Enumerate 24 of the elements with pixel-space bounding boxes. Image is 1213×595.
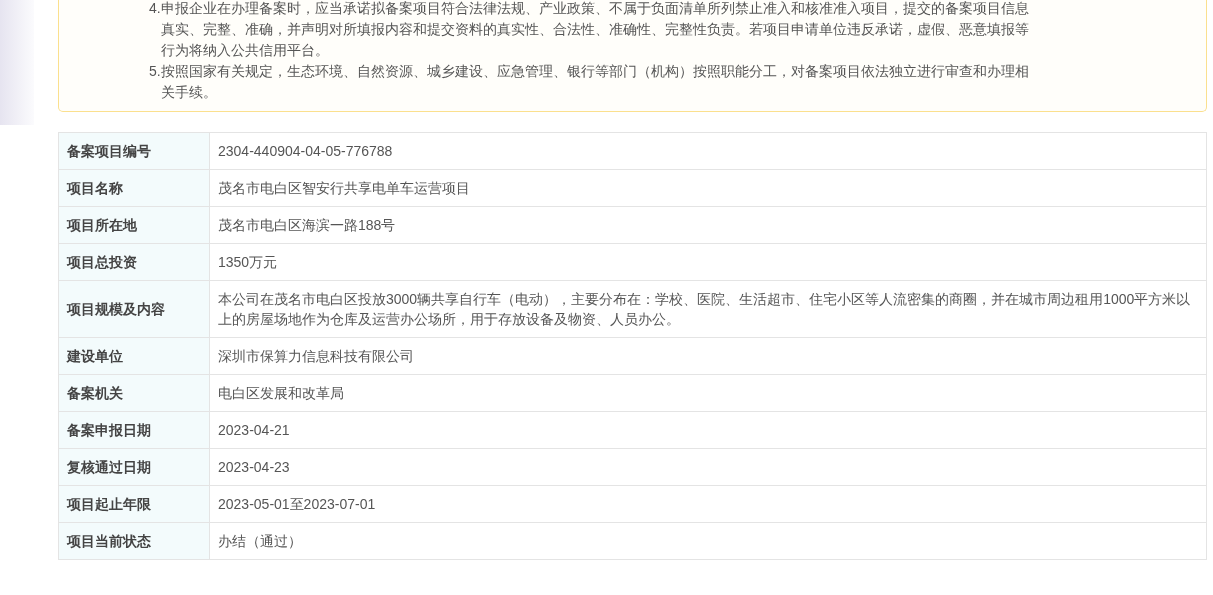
- field-label: 项目规模及内容: [58, 280, 210, 338]
- field-value: 茂名市电白区海滨一路188号: [209, 206, 1207, 244]
- field-value: 深圳市保算力信息科技有限公司: [209, 337, 1207, 375]
- field-value: 2304-440904-04-05-776788: [209, 132, 1207, 170]
- notice-item: 4.申报企业在办理备案时，应当承诺拟备案项目符合法律法规、产业政策、不属于负面清单所列禁止准入和核准准入项目，提交的备案项目信息真实、完整、准确，并声明对所填报内容和提交资料的真实性、合法性、准确性、完整性负责。若项目申请单位违反承诺，虚假、恶意填报等行为将纳入公共信用平台。: [149, 0, 1030, 60]
- field-label: 备案机关: [58, 374, 210, 412]
- field-value: 电白区发展和改革局: [209, 374, 1207, 412]
- field-label: 项目起止年限: [58, 485, 210, 523]
- field-value: 办结（通过）: [209, 522, 1207, 560]
- field-value: 2023-05-01至2023-07-01: [209, 485, 1207, 523]
- field-label: 建设单位: [58, 337, 210, 375]
- field-label: 项目当前状态: [58, 522, 210, 560]
- field-label: 备案项目编号: [58, 132, 210, 170]
- field-label: 项目所在地: [58, 206, 210, 244]
- field-value: 1350万元: [209, 243, 1207, 281]
- field-label: 复核通过日期: [58, 448, 210, 486]
- field-value: 茂名市电白区智安行共享电单车运营项目: [209, 169, 1207, 207]
- field-value: 2023-04-21: [209, 411, 1207, 449]
- field-label: 项目名称: [58, 169, 210, 207]
- notice-item: 5.按照国家有关规定，生态环境、自然资源、城乡建设、应急管理、银行等部门（机构）按照职能分工，对备案项目依法独立进行审查和办理相关手续。: [149, 62, 1030, 102]
- field-value: 2023-04-23: [209, 448, 1207, 486]
- field-label: 项目总投资: [58, 243, 210, 281]
- field-label: 备案申报日期: [58, 411, 210, 449]
- field-value: 本公司在茂名市电白区投放3000辆共享自行车（电动），主要分布在：学校、医院、生活超市、住宅小区等人流密集的商圈，并在城市周边租用1000平方米以上的房屋场地作为仓库及运营办公场所，用于存放设备及物资、人员办公。: [209, 280, 1207, 338]
